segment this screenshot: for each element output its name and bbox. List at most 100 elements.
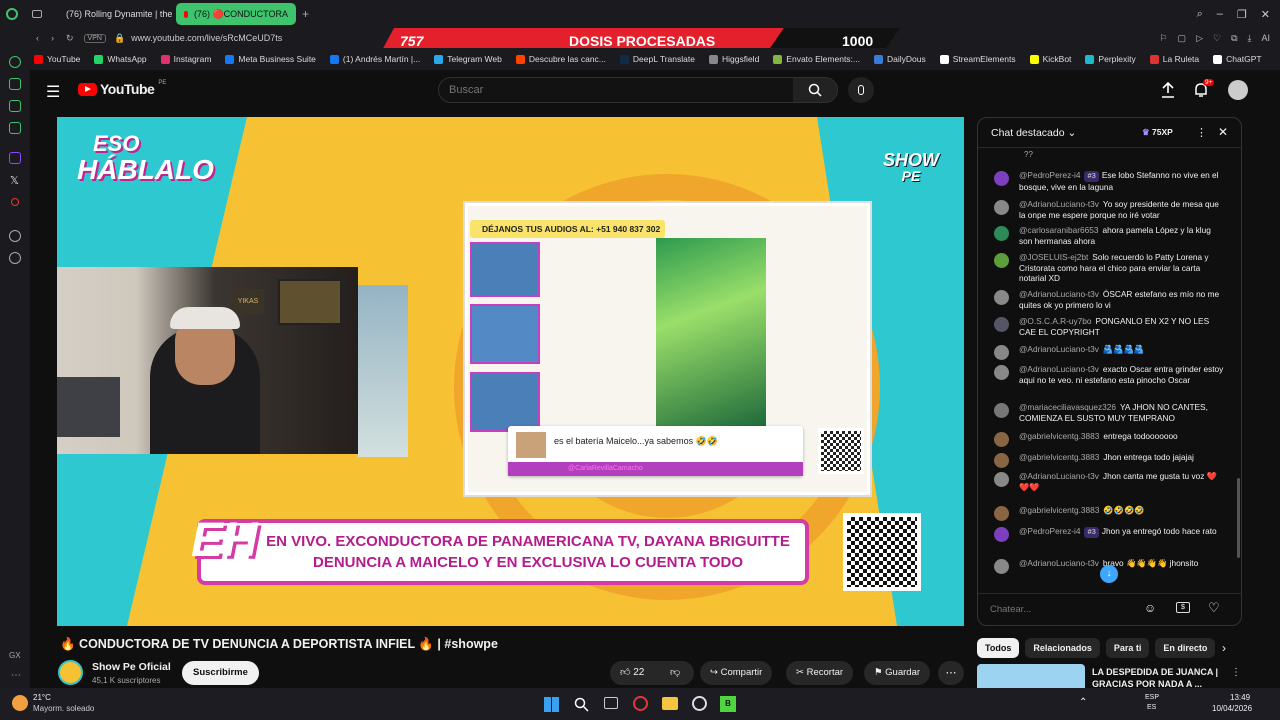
chevron-right-icon[interactable]: › xyxy=(1222,641,1226,655)
more-icon[interactable]: ⋯ xyxy=(11,670,21,681)
chat-message[interactable]: @gabrielvicentg.3883 entrega todooooooo xyxy=(994,431,1224,447)
bookmark-item[interactable]: DailyDous xyxy=(874,54,926,64)
opera-logo-icon[interactable] xyxy=(6,8,18,20)
new-tab-button[interactable]: + xyxy=(302,7,309,21)
reload-icon[interactable]: ↻ xyxy=(66,33,74,44)
youtube-logo[interactable]: YouTube PE xyxy=(78,80,166,97)
chat-author[interactable]: @PedroPerez-i4 xyxy=(1019,526,1080,536)
chat-author[interactable]: @O.S.C.A.R-uy7bo xyxy=(1019,316,1092,326)
bookmark-item[interactable]: StreamElements xyxy=(939,54,1016,64)
chat-author[interactable]: @AdrianoLuciano-t3v xyxy=(1019,344,1099,354)
chat-author[interactable]: @AdrianoLuciano-t3v xyxy=(1019,558,1099,568)
history-icon[interactable] xyxy=(9,230,21,242)
chat-author[interactable]: @mariaceciliavasquez326 xyxy=(1019,402,1116,412)
chat-author[interactable]: @carlosaranibar6653 xyxy=(1019,225,1098,235)
workspaces-icon[interactable] xyxy=(9,78,21,90)
heart-icon[interactable]: ♡ xyxy=(1208,600,1220,616)
bookmark-item[interactable]: La Ruleta xyxy=(1149,54,1199,64)
back-icon[interactable]: ‹ xyxy=(36,33,39,43)
chat-avatar[interactable] xyxy=(994,559,1009,574)
bookmark-item[interactable]: Envato Elements:... xyxy=(773,54,860,64)
search-icon[interactable] xyxy=(574,697,589,712)
snapshot-icon[interactable]: ▢ xyxy=(1178,33,1187,44)
x-icon[interactable]: 𝕏 xyxy=(10,174,19,187)
chat-message[interactable]: @gabrielvicentg.3883 Jhon entrega todo ja… xyxy=(994,452,1224,468)
chat-avatar[interactable] xyxy=(994,527,1009,542)
bookmark-item[interactable]: Perplexity xyxy=(1085,54,1136,64)
like-button[interactable]: 👍︎ 22 xyxy=(620,666,644,678)
chat-message[interactable]: @AdrianoLuciano-t3v ÓSCAR estefano es mío… xyxy=(994,289,1224,310)
chat-mode-dropdown[interactable]: Chat destacado ⌄ xyxy=(991,127,1076,139)
gx-icon[interactable]: GX xyxy=(9,651,21,660)
chat-author[interactable]: @AdrianoLuciano-t3v xyxy=(1019,364,1099,374)
chat-avatar[interactable] xyxy=(994,432,1009,447)
voice-search-button[interactable] xyxy=(848,77,874,103)
tab-rolling-dynamite[interactable]: (76) Rolling Dynamite | the xyxy=(52,3,172,25)
chat-author[interactable]: @AdrianoLuciano-t3v xyxy=(1019,471,1099,481)
menu-icon[interactable]: ☰ xyxy=(46,82,60,102)
ai-button[interactable]: AI xyxy=(1261,33,1270,44)
tab-conductora[interactable]: (76) 🔴CONDUCTORA xyxy=(176,3,296,25)
video-player[interactable]: ESO HÁBLALO SHOW PE DÉJANOS TUS AUDIOS A… xyxy=(57,117,964,626)
maximize-button[interactable]: ❐ xyxy=(1237,8,1247,21)
save-button[interactable]: ⚑ Guardar xyxy=(864,661,931,685)
bookmark-item[interactable]: DeepL Translate xyxy=(619,54,695,64)
channel-name[interactable]: Show Pe Oficial xyxy=(92,661,171,673)
heart-icon[interactable]: ♡ xyxy=(1213,33,1221,44)
editor-icon[interactable] xyxy=(9,100,21,112)
messenger-icon[interactable] xyxy=(9,122,21,134)
vpn-badge[interactable]: VPN xyxy=(83,33,106,43)
task-view-icon[interactable] xyxy=(604,697,618,709)
search-button[interactable] xyxy=(793,78,837,102)
chat-author[interactable]: @gabrielvicentg.3883 xyxy=(1019,505,1099,515)
xp-badge[interactable]: ♛ 75XP xyxy=(1142,127,1173,138)
chat-message[interactable]: @AdrianoLuciano-t3v 🫂🫂🫂🫂 xyxy=(994,344,1224,360)
opera-gx-taskbar-icon[interactable] xyxy=(633,696,648,711)
chat-avatar[interactable] xyxy=(994,290,1009,305)
bookmark-item[interactable]: (1) Andrés Martín |... xyxy=(329,54,420,64)
search-input[interactable] xyxy=(449,82,779,98)
obs-icon[interactable] xyxy=(692,696,707,711)
chat-avatar[interactable] xyxy=(994,200,1009,215)
bookmark-item[interactable]: Higgsfield xyxy=(708,54,759,64)
chat-message[interactable]: @AdrianoLuciano-t3v Yo soy presidente de … xyxy=(994,199,1224,220)
start-icon[interactable] xyxy=(544,697,559,712)
bookmark-item[interactable]: Meta Business Suite xyxy=(225,54,316,64)
chat-avatar[interactable] xyxy=(994,403,1009,418)
clip-button[interactable]: ✂ Recortar xyxy=(786,661,854,685)
chat-author[interactable]: @gabrielvicentg.3883 xyxy=(1019,452,1099,462)
minimize-button[interactable]: – xyxy=(1217,8,1223,21)
chat-message[interactable]: @PedroPerez-i4 #3 Ese lobo Stefanno no viv… xyxy=(994,170,1224,192)
play-icon[interactable]: ▷ xyxy=(1196,33,1203,44)
extensions-icon[interactable]: ⧉ xyxy=(1231,33,1237,44)
channel-avatar[interactable] xyxy=(58,660,83,685)
super-chat-icon[interactable]: $ xyxy=(1176,602,1190,613)
filter-chip[interactable]: Relacionados xyxy=(1025,638,1100,658)
tab-overview-icon[interactable] xyxy=(32,10,42,18)
recommended-menu-icon[interactable]: ⋮ xyxy=(1231,667,1241,678)
chat-scrollbar[interactable] xyxy=(1237,478,1240,558)
chat-message[interactable]: @JOSELUIS-ej2bt Solo recuerdo lo Patty Lo… xyxy=(994,252,1224,284)
chat-message[interactable]: @PedroPerez-i4 #3 Jhon ya entregó todo hac… xyxy=(994,526,1224,542)
aria-icon[interactable] xyxy=(9,56,21,68)
forward-icon[interactable]: › xyxy=(51,33,54,43)
filter-chip[interactable]: Todos xyxy=(977,638,1020,658)
chat-avatar[interactable] xyxy=(994,345,1009,360)
chat-avatar[interactable] xyxy=(994,226,1009,241)
tray-chevron-icon[interactable]: ⌃ xyxy=(1079,697,1087,708)
weather-icon[interactable] xyxy=(12,695,28,711)
filter-chip[interactable]: Para ti xyxy=(1105,638,1150,658)
download-icon[interactable]: ⤓ xyxy=(1248,33,1252,44)
chat-avatar[interactable] xyxy=(994,365,1009,380)
recommended-video[interactable]: LA DESPEDIDA DE JUANCA | GRACIAS POR NAD… xyxy=(977,664,1242,688)
scroll-down-button[interactable]: ↓ xyxy=(1100,565,1118,583)
chat-input[interactable] xyxy=(990,600,1160,618)
chat-avatar[interactable] xyxy=(994,317,1009,332)
chat-message[interactable]: @AdrianoLuciano-t3v Jhon canta me gusta t… xyxy=(994,471,1224,492)
bookmark-item[interactable]: WhatsApp xyxy=(94,54,147,64)
chat-author[interactable]: @gabrielvicentg.3883 xyxy=(1019,431,1099,441)
chat-message[interactable]: @mariaceciliavasquez326 YA JHON NO CANTES… xyxy=(994,402,1224,423)
subscribe-button[interactable]: Suscribirme xyxy=(182,661,259,685)
bookmark-item[interactable]: Instagram xyxy=(160,54,211,64)
app-icon[interactable]: B xyxy=(720,696,736,712)
